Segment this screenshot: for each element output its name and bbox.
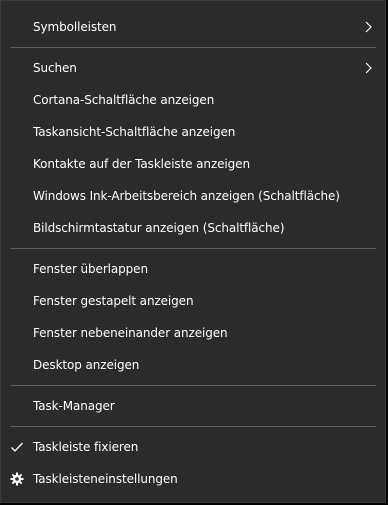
menu-item-ink-label: Windows Ink-Arbeitsbereich anzeigen (Sch… [33,189,340,203]
menu-item-cascade-windows-label: Fenster überlappen [33,262,148,276]
menu-item-taskbar-settings[interactable]: Taskleisteneinstellungen [1,463,385,495]
gear-icon [10,472,24,486]
menu-separator [10,385,376,386]
menu-item-show-desktop-label: Desktop anzeigen [33,358,140,372]
menu-item-taskview-label: Taskansicht-Schaltfläche anzeigen [33,125,236,139]
menu-item-toolbars[interactable]: Symbolleisten [1,11,385,43]
menu-item-touch-keyboard-label: Bildschirmtastatur anzeigen (Schaltfläch… [33,221,285,235]
menu-item-cascade-windows[interactable]: Fenster überlappen [1,253,385,285]
menu-item-search[interactable]: Suchen [1,52,385,84]
menu-item-task-manager[interactable]: Task-Manager [1,390,385,422]
menu-item-stacked-windows-label: Fenster gestapelt anzeigen [33,294,194,308]
menu-separator [10,426,376,427]
checkmark-icon [11,442,23,452]
menu-item-task-manager-label: Task-Manager [33,399,115,413]
menu-item-lock-taskbar-label: Taskleiste fixieren [33,440,139,454]
menu-item-side-by-side-windows[interactable]: Fenster nebeneinander anzeigen [1,317,385,349]
menu-item-show-desktop[interactable]: Desktop anzeigen [1,349,385,381]
menu-item-lock-taskbar[interactable]: Taskleiste fixieren [1,431,385,463]
menu-item-cortana-label: Cortana-Schaltfläche anzeigen [33,93,215,107]
menu-item-toolbars-label: Symbolleisten [33,20,117,34]
menu-item-search-label: Suchen [33,61,77,75]
menu-item-side-by-side-windows-label: Fenster nebeneinander anzeigen [33,326,228,340]
menu-item-contacts-label: Kontakte auf der Taskleiste anzeigen [33,157,250,171]
chevron-right-icon [365,21,372,33]
menu-item-cortana[interactable]: Cortana-Schaltfläche anzeigen [1,84,385,116]
taskbar-context-menu: Symbolleisten Suchen Cortana-Schaltfläch… [0,0,386,503]
menu-item-taskview[interactable]: Taskansicht-Schaltfläche anzeigen [1,116,385,148]
menu-item-touch-keyboard[interactable]: Bildschirmtastatur anzeigen (Schaltfläch… [1,212,385,244]
menu-item-contacts[interactable]: Kontakte auf der Taskleiste anzeigen [1,148,385,180]
menu-item-ink[interactable]: Windows Ink-Arbeitsbereich anzeigen (Sch… [1,180,385,212]
chevron-right-icon [365,62,372,74]
menu-separator [10,47,376,48]
menu-separator [10,248,376,249]
menu-item-stacked-windows[interactable]: Fenster gestapelt anzeigen [1,285,385,317]
menu-item-taskbar-settings-label: Taskleisteneinstellungen [33,472,178,486]
